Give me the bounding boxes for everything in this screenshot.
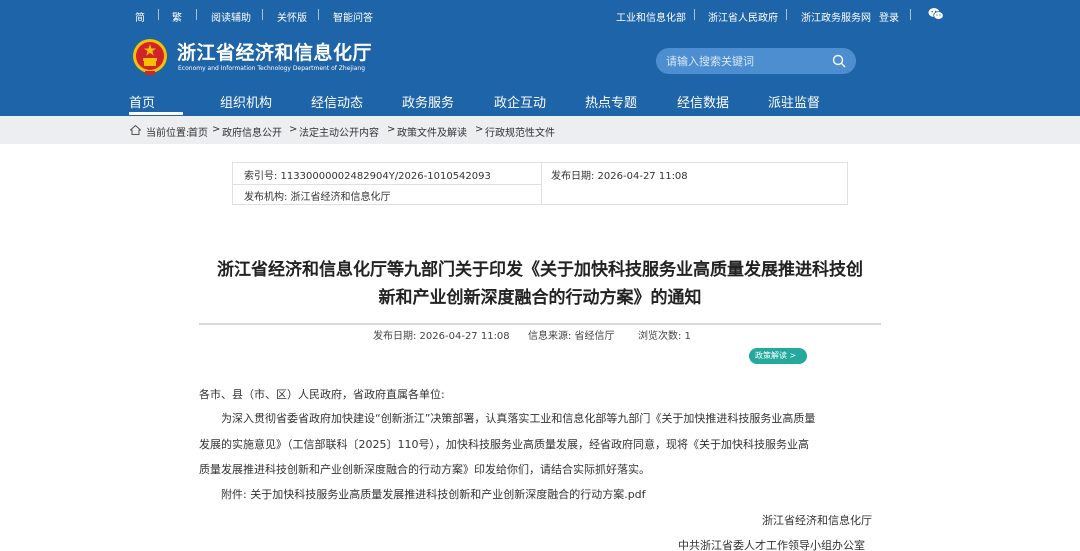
divider	[694, 9, 695, 20]
title-line: 新和产业创新深度融合的行动方案》的通知	[378, 288, 702, 308]
search-input[interactable]	[666, 52, 826, 70]
zj-service-link[interactable]: 浙江政务服务网	[801, 9, 871, 24]
breadcrumb-item-statutory[interactable]: 法定主动公开内容	[299, 124, 379, 139]
simplified-chinese-link[interactable]: 简	[135, 9, 145, 24]
article-title: 浙江省经济和信息化厅等九部门关于印发《关于加快科技服务业高质量发展推进科技创 新…	[190, 256, 890, 312]
traditional-chinese-link[interactable]: 繁	[172, 9, 182, 24]
smart-qa-link[interactable]: 智能问答	[333, 9, 373, 24]
signature-issuer: 中共浙江省委人才工作领导小组办公室	[678, 539, 865, 551]
breadcrumb-item-home[interactable]: 首页	[188, 124, 208, 139]
site-subtitle: Economy and Information Technology Depar…	[178, 65, 366, 72]
breadcrumb-separator: >	[387, 124, 396, 135]
publisher: 发布机构: 浙江省经济和信息化厅	[244, 192, 391, 203]
title-divider	[199, 323, 881, 325]
nav-supervision[interactable]: 派驻监督	[768, 92, 820, 111]
site-header: 简 繁 阅读辅助 关怀版 智能问答 工业和信息化部 浙江省人民政府 浙江政务服务…	[0, 0, 1080, 116]
divider	[158, 9, 159, 20]
breadcrumb-item-info-public[interactable]: 政府信息公开	[222, 124, 282, 139]
breadcrumb-separator: >	[212, 124, 221, 135]
zj-gov-link[interactable]: 浙江省人民政府	[708, 9, 778, 24]
home-icon	[130, 125, 141, 135]
nav-news[interactable]: 经信动态	[311, 92, 363, 111]
title-line: 浙江省经济和信息化厅等九部门关于印发《关于加快科技服务业高质量发展推进科技创	[217, 260, 863, 280]
paragraph-line: 发展的实施意见》（工信部联科〔2025〕110号），加快科技服务业高质量发展，经…	[199, 438, 809, 451]
wechat-icon[interactable]	[928, 7, 944, 21]
breadcrumb-item-policy[interactable]: 政策文件及解读	[397, 124, 467, 139]
divider	[233, 184, 541, 185]
document-info-table: 索引号: 11330000002482904Y/2026-1010542093 …	[232, 162, 848, 205]
national-emblem-icon[interactable]	[132, 38, 168, 76]
attachment-link[interactable]: 附件: 关于加快科技服务业高质量发展推进科技创新和产业创新深度融合的行动方案.p…	[221, 486, 646, 502]
divider	[910, 9, 911, 20]
top-bar: 简 繁 阅读辅助 关怀版 智能问答 工业和信息化部 浙江省人民政府 浙江政务服务…	[0, 0, 1080, 30]
divider	[786, 9, 787, 20]
breadcrumb-separator: >	[289, 124, 298, 135]
divider	[196, 9, 197, 20]
divider	[541, 163, 542, 204]
reading-aid-link[interactable]: 阅读辅助	[211, 9, 251, 24]
site-title[interactable]: 浙江省经济和信息化厅	[177, 38, 372, 65]
index-number: 索引号: 11330000002482904Y/2026-1010542093	[244, 171, 491, 182]
paragraph-line: 质量发展推进科技创新和产业创新深度融合的行动方案》印发给你们，请结合实际抓好落实…	[199, 463, 650, 476]
nav-organization[interactable]: 组织机构	[220, 92, 272, 111]
policy-interpretation-button[interactable]: 政策解读 >	[749, 348, 807, 364]
nav-home[interactable]: 首页	[129, 92, 155, 111]
search-icon[interactable]	[832, 54, 846, 68]
care-edition-link[interactable]: 关怀版	[277, 9, 307, 24]
login-link[interactable]: 登录	[879, 9, 899, 24]
search-box	[656, 48, 856, 74]
breadcrumb-label: 当前位置:	[146, 128, 190, 139]
salutation: 各市、县（市、区）人民政府，省政府直属各单位:	[199, 388, 445, 401]
divider	[318, 9, 319, 20]
nav-topics[interactable]: 热点专题	[585, 92, 637, 111]
nav-data[interactable]: 经信数据	[677, 92, 729, 111]
breadcrumb-item-normative[interactable]: 行政规范性文件	[485, 124, 555, 139]
meta-views: 浏览次数: 1	[638, 331, 691, 342]
nav-gov-services[interactable]: 政务服务	[402, 92, 454, 111]
nav-active-indicator	[129, 112, 183, 115]
divider	[262, 9, 263, 20]
breadcrumb: 当前位置: 首页 > 政府信息公开 > 法定主动公开内容 > 政策文件及解读 >…	[0, 116, 1080, 144]
miit-link[interactable]: 工业和信息化部	[616, 9, 686, 24]
breadcrumb-separator: >	[475, 124, 484, 135]
signature-issuer: 浙江省经济和信息化厅	[762, 514, 872, 527]
meta-source: 信息来源: 省经信厅	[528, 331, 615, 342]
meta-publish-date: 发布日期: 2026-04-27 11:08	[373, 331, 510, 342]
nav-interaction[interactable]: 政企互动	[494, 92, 546, 111]
info-publish-date: 发布日期: 2026-04-27 11:08	[551, 171, 688, 182]
paragraph-line: 为深入贯彻省委省政府加快建设“创新浙江”决策部署，认真落实工业和信息化部等九部门…	[221, 412, 816, 425]
